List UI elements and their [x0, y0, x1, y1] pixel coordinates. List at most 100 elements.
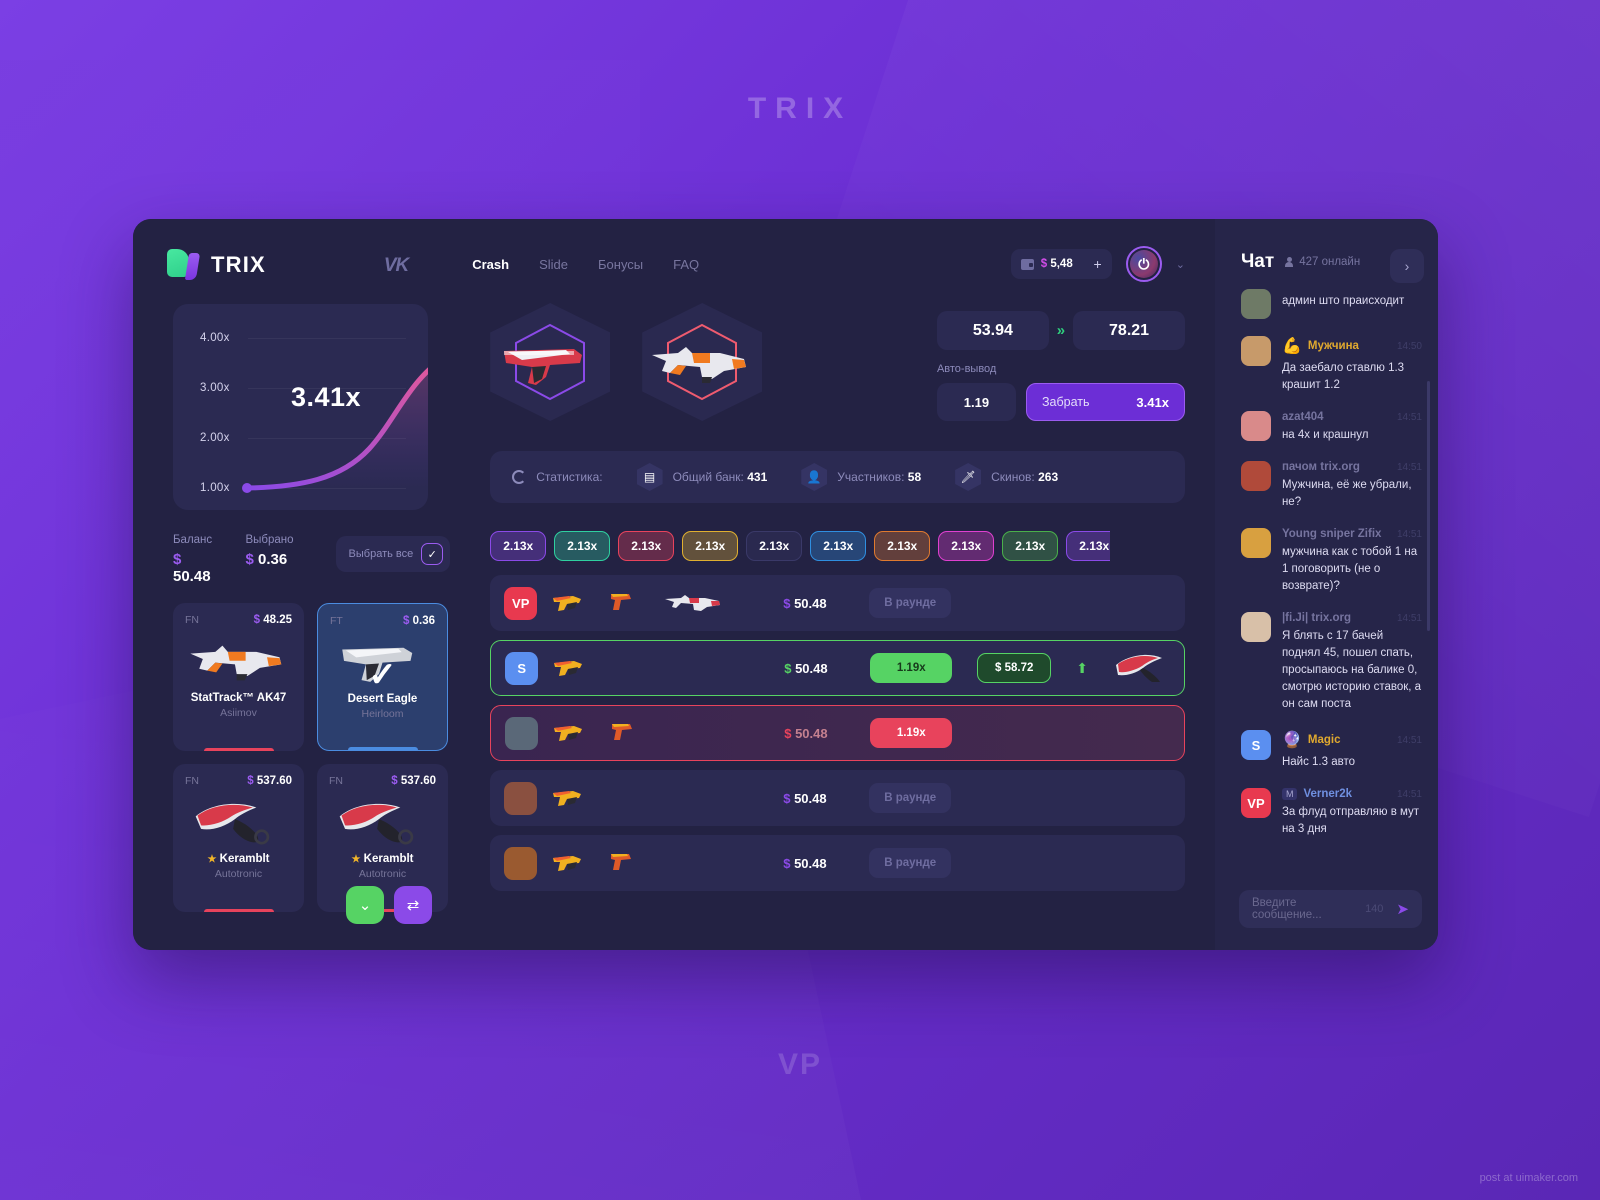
chat-timestamp: 14:51: [1396, 528, 1422, 540]
chat-collapse-button[interactable]: ›: [1390, 249, 1424, 283]
bet-status-button[interactable]: 1.19x: [870, 653, 953, 683]
showcase-item-deagle[interactable]: [490, 303, 611, 421]
bet-status-button[interactable]: В раунде: [869, 588, 952, 618]
chat-username[interactable]: пачом trix.org: [1282, 461, 1360, 473]
bet-status-button[interactable]: В раунде: [869, 783, 952, 813]
history-chip[interactable]: 2.13x: [618, 531, 675, 561]
history-chip[interactable]: 2.13x: [746, 531, 803, 561]
auto-cashout-input[interactable]: 1.19: [936, 383, 1016, 421]
inventory-grid: FN $ 48.25 StatTrack™ AK47 Asiimov FT $ 0.36 ✓…: [173, 603, 460, 924]
chat-username[interactable]: Young sniper Zifix: [1282, 528, 1381, 540]
showcase-item-ak47[interactable]: [642, 303, 763, 421]
double-chevron-right-icon: »: [1056, 322, 1066, 339]
bet-row[interactable]: $ 50.48 1.19x: [490, 705, 1185, 761]
history-chip[interactable]: 2.13x: [1002, 531, 1059, 561]
tab-bonuses[interactable]: Бонусы: [598, 257, 643, 272]
chat-messages: админ што праисходит 💪 Мужчина 14:50 Да заеб…: [1215, 289, 1438, 849]
bet-avatar[interactable]: VP: [504, 586, 538, 620]
chat-panel: Чат 427 онлайн › админ што праисходит 💪 Му…: [1214, 219, 1438, 950]
chat-avatar[interactable]: [1240, 612, 1271, 643]
history-chip[interactable]: 2.13x: [874, 531, 931, 561]
person-icon: [1285, 257, 1294, 267]
chat-avatar[interactable]: [1240, 528, 1271, 559]
bet-value-left[interactable]: 53.94: [936, 311, 1049, 350]
chart-ytick-3: 1.00x: [200, 482, 230, 494]
chat-username[interactable]: azat404: [1282, 411, 1324, 423]
chevron-down-icon[interactable]: ⌄: [1176, 258, 1185, 271]
select-all-checkbox[interactable]: ✓: [421, 543, 444, 565]
bet-avatar[interactable]: [505, 716, 539, 750]
history-chip[interactable]: 2.13x: [938, 531, 995, 561]
user-avatar-icon: ⏻: [1129, 250, 1158, 278]
chat-avatar[interactable]: [1240, 411, 1271, 442]
item-wear: FT: [330, 615, 343, 627]
chat-username[interactable]: |fi.Ji| trix.org: [1282, 612, 1351, 624]
chat-input-placeholder[interactable]: Введите сообщение...: [1252, 897, 1365, 921]
chat-message: |fi.Ji| trix.org 14:51 Я блять с 17 бачей …: [1240, 612, 1422, 713]
swap-icon[interactable]: ⇄: [394, 886, 432, 924]
chat-timestamp: 14:51: [1396, 461, 1422, 473]
avatar[interactable]: ⏻: [1125, 246, 1162, 282]
stat-participants-value: 58: [907, 470, 922, 484]
bet-status-button[interactable]: 1.19x: [870, 718, 953, 748]
chat-avatar[interactable]: [1240, 461, 1271, 492]
history-chip[interactable]: 2.13x: [1066, 531, 1111, 561]
tab-faq[interactable]: FAQ: [673, 257, 699, 272]
statistics-bar: Статистика: ▤ Общий банк: 431 👤 Участник…: [490, 451, 1185, 503]
brand-name: TRIX: [211, 251, 266, 277]
stat-bank-value: 431: [747, 470, 768, 484]
chat-avatar[interactable]: S: [1240, 730, 1271, 761]
tab-slide[interactable]: Slide: [539, 257, 568, 272]
item-wear: FN: [185, 614, 199, 626]
vk-icon[interactable]: VK: [384, 255, 409, 277]
tab-crash[interactable]: Crash: [472, 257, 509, 272]
history-chip[interactable]: 2.13x: [490, 531, 547, 561]
send-icon[interactable]: ➤: [1396, 900, 1409, 918]
bet-list: VP $ 50.48 В раунде S $ 50.48 1.19x $ 58.72 ⬆ $ …: [490, 575, 1185, 891]
bet-status-button[interactable]: В раунде: [869, 848, 952, 878]
double-chevron-down-icon[interactable]: ⌄: [346, 886, 384, 924]
app-window: TRIX VK 4.00x 3.00x 2.00x 1.00x 3.41x Ба…: [133, 219, 1438, 950]
bet-amount: $ 50.48: [783, 855, 827, 871]
inventory-item[interactable]: FN $ 537.60 ★ Keramblt Autotronic: [173, 764, 304, 912]
chat-scrollbar[interactable]: [1427, 381, 1430, 631]
inventory-item[interactable]: FT $ 0.36 ✓ Desert Eagle Heirloom: [317, 603, 448, 751]
bet-row[interactable]: VP $ 50.48 В раунде: [490, 575, 1185, 631]
bet-avatar[interactable]: [504, 781, 538, 815]
take-button-multiplier: 3.41x: [1136, 394, 1169, 410]
bet-avatar[interactable]: [504, 846, 538, 880]
stat-participants: 👤 Участников: 58: [801, 463, 921, 491]
chat-online-label: 427 онлайн: [1299, 256, 1361, 268]
top-navigation: Crash Slide Бонусы FAQ $ 5,48 + ⏻ ⌄: [450, 219, 1215, 309]
chat-message: админ што праисходит: [1240, 289, 1422, 319]
chat-username[interactable]: Мужчина: [1308, 340, 1359, 352]
select-all-button[interactable]: Выбрать все ✓: [335, 536, 451, 572]
bet-skin-icon: [608, 720, 654, 747]
chat-avatar[interactable]: [1240, 336, 1271, 366]
inventory-item[interactable]: FN $ 48.25 StatTrack™ AK47 Asiimov: [173, 603, 304, 751]
history-chip[interactable]: 2.13x: [810, 531, 867, 561]
ak47-asiimov-skin-icon: [652, 347, 747, 383]
bet-row[interactable]: $ 50.48 В раунде: [490, 835, 1185, 891]
chat-avatar[interactable]: VP: [1240, 788, 1271, 819]
bet-row[interactable]: $ 50.48 В раунде: [490, 770, 1185, 826]
history-chip[interactable]: 2.13x: [682, 531, 739, 561]
history-chip[interactable]: 2.13x: [554, 531, 611, 561]
add-funds-icon[interactable]: +: [1094, 256, 1102, 272]
bet-avatar[interactable]: S: [505, 651, 539, 685]
take-button[interactable]: Забрать 3.41x: [1025, 383, 1185, 421]
chat-title: Чат: [1240, 251, 1275, 272]
chat-username[interactable]: Magic: [1308, 734, 1341, 746]
bet-row[interactable]: S $ 50.48 1.19x $ 58.72 ⬆: [490, 640, 1185, 696]
chat-input-bar[interactable]: Введите сообщение... 140 ➤: [1238, 890, 1422, 928]
stat-participants-label: Участников:: [837, 470, 905, 484]
arrow-up-icon: ⬆: [1076, 659, 1088, 676]
wallet-balance[interactable]: $ 5,48 +: [1010, 249, 1112, 279]
chat-user-badge: M: [1281, 788, 1298, 801]
bet-value-right[interactable]: 78.21: [1073, 311, 1185, 350]
chat-username[interactable]: Verner2k: [1303, 788, 1352, 800]
chat-timestamp: 14:50: [1396, 340, 1422, 352]
star-icon: ★: [351, 854, 361, 865]
chat-avatar[interactable]: [1240, 289, 1271, 319]
take-button-label: Забрать: [1041, 395, 1090, 409]
